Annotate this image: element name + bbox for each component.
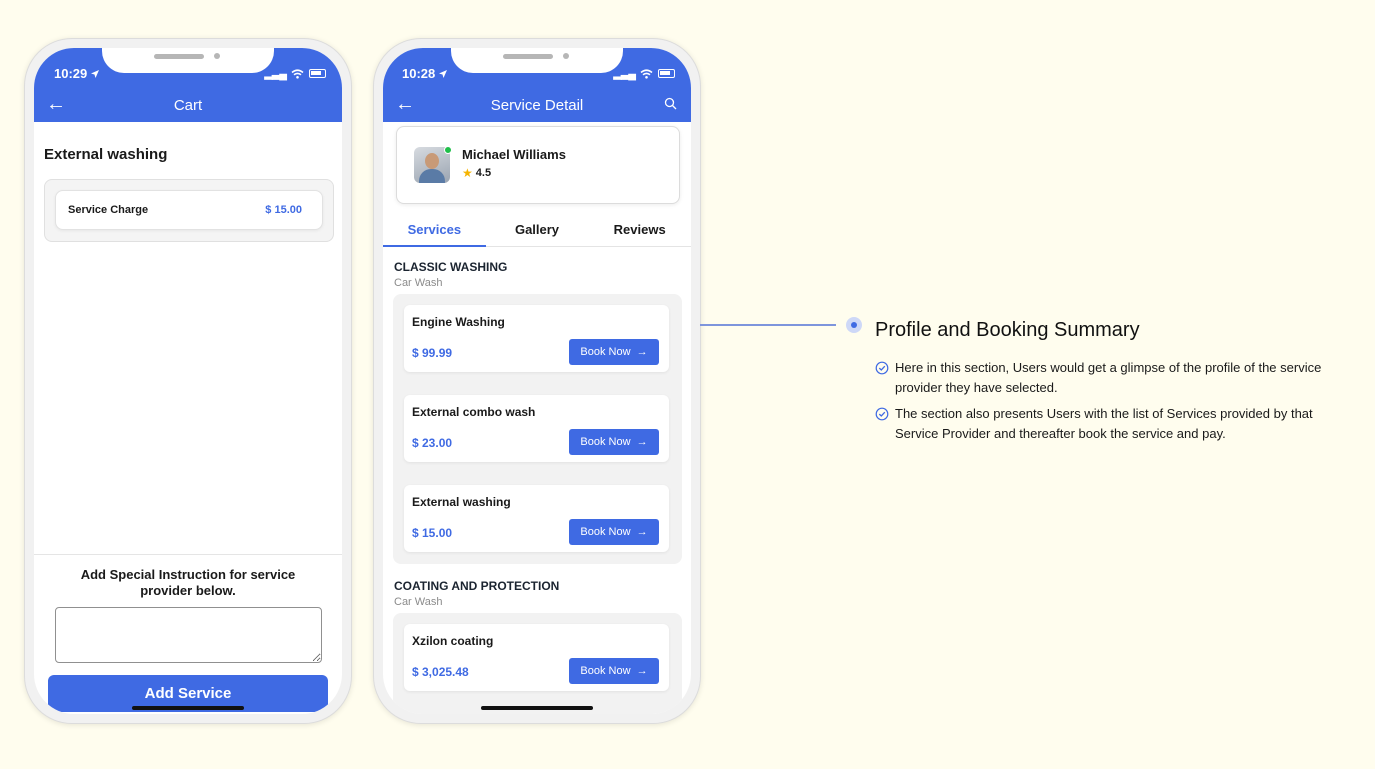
star-icon: ★: [462, 166, 473, 180]
service-name: Xzilon coating: [412, 634, 494, 648]
service-card: External combo wash $ 23.00 Book Now →: [404, 395, 669, 462]
service-group: Xzilon coating $ 3,025.48 Book Now →: [393, 613, 682, 714]
book-now-label: Book Now: [580, 346, 631, 358]
home-indicator[interactable]: [481, 706, 593, 710]
status-time: 10:29: [54, 66, 100, 81]
provider-rating: ★ 4.5: [462, 166, 491, 180]
provider-name: Michael Williams: [462, 147, 566, 162]
system-icons: ▂▃▄: [264, 67, 326, 80]
service-charge-box: Service Charge $ 15.00: [44, 179, 334, 242]
notch: [102, 48, 274, 73]
book-now-button[interactable]: Book Now →: [569, 429, 659, 455]
service-price: $ 23.00: [412, 436, 453, 450]
instruction-section: Add Special Instruction for service prov…: [34, 554, 342, 714]
book-now-button[interactable]: Book Now →: [569, 339, 659, 365]
service-card: Xzilon coating $ 3,025.48 Book Now →: [404, 624, 669, 691]
signal-icon: ▂▃▄: [264, 68, 287, 80]
category-title: COATING AND PROTECTION: [394, 579, 560, 593]
category-subtitle: Car Wash: [394, 596, 443, 608]
home-indicator[interactable]: [132, 706, 244, 710]
callout-point: Here in this section, Users would get a …: [875, 358, 1345, 398]
cart-phone: 10:29 ▂▃▄ ← Cart External washing Servic…: [24, 38, 352, 724]
service-charge-row: Service Charge $ 15.00: [55, 190, 323, 230]
camera: [563, 53, 569, 59]
instruction-input[interactable]: [55, 607, 322, 663]
speaker: [503, 54, 553, 59]
status-time-text: 10:29: [54, 66, 88, 81]
callout-bullet: [846, 317, 862, 333]
service-charge-label: Service Charge: [68, 204, 149, 216]
location-arrow-icon: [439, 69, 448, 78]
callout-point: The section also presents Users with the…: [875, 404, 1345, 444]
service-price: $ 3,025.48: [412, 665, 469, 679]
cart-screen: 10:29 ▂▃▄ ← Cart External washing Servic…: [34, 48, 342, 714]
category-title: CLASSIC WASHING: [394, 260, 508, 274]
online-status-dot: [444, 146, 452, 154]
book-now-button[interactable]: Book Now →: [569, 519, 659, 545]
book-now-button[interactable]: Book Now →: [569, 658, 659, 684]
rating-value: 4.5: [475, 167, 492, 179]
service-price: $ 15.00: [412, 526, 453, 540]
service-name: External washing: [412, 495, 511, 509]
cart-navbar: ← Cart: [34, 88, 342, 122]
callout-title: Profile and Booking Summary: [875, 319, 1140, 341]
callout-connector-line: [700, 324, 836, 326]
detail-tabs: Services Gallery Reviews: [383, 212, 691, 247]
book-now-label: Book Now: [580, 526, 631, 538]
service-price: $ 99.99: [412, 346, 453, 360]
wifi-icon: [640, 68, 653, 79]
speaker: [154, 54, 204, 59]
arrow-right-icon: →: [636, 436, 648, 448]
arrow-right-icon: →: [636, 346, 648, 358]
detail-navbar: ← Service Detail: [383, 88, 691, 122]
arrow-right-icon: →: [636, 526, 648, 538]
notch: [451, 48, 623, 73]
service-name: External combo wash: [412, 405, 536, 419]
camera: [214, 53, 220, 59]
back-arrow-icon[interactable]: ←: [46, 94, 66, 114]
battery-icon: [309, 69, 326, 78]
avatar-head: [425, 153, 439, 169]
callout-point-text: Here in this section, Users would get a …: [895, 360, 1322, 395]
instruction-label: Add Special Instruction for service prov…: [80, 567, 296, 598]
arrow-right-icon: →: [636, 665, 648, 677]
detail-screen: 10:28 ▂▃▄ ← Service Detail Michael Willi…: [383, 48, 691, 714]
check-circle-icon: [875, 361, 889, 375]
book-now-label: Book Now: [580, 665, 631, 677]
book-now-label: Book Now: [580, 436, 631, 448]
wifi-icon: [291, 68, 304, 79]
category-subtitle: Car Wash: [394, 277, 443, 289]
status-time-text: 10:28: [402, 66, 436, 81]
detail-phone: 10:28 ▂▃▄ ← Service Detail Michael Willi…: [373, 38, 701, 724]
page-title: Service Detail: [490, 96, 584, 114]
check-circle-icon: [875, 407, 889, 421]
status-time: 10:28: [402, 66, 448, 81]
location-arrow-icon: [91, 69, 100, 78]
tab-reviews[interactable]: Reviews: [588, 212, 691, 246]
signal-icon: ▂▃▄: [613, 68, 636, 80]
search-icon[interactable]: [664, 97, 677, 110]
tab-services[interactable]: Services: [383, 212, 486, 247]
system-icons: ▂▃▄: [613, 67, 675, 80]
provider-profile-card[interactable]: Michael Williams ★ 4.5: [396, 126, 680, 204]
service-card: Engine Washing $ 99.99 Book Now →: [404, 305, 669, 372]
service-name: Engine Washing: [412, 315, 505, 329]
service-card: External washing $ 15.00 Book Now →: [404, 485, 669, 552]
callout-point-text: The section also presents Users with the…: [895, 406, 1313, 441]
cart-section-title: External washing: [44, 146, 168, 163]
back-arrow-icon[interactable]: ←: [395, 94, 415, 114]
page-title: Cart: [173, 96, 203, 114]
battery-icon: [658, 69, 675, 78]
tab-gallery[interactable]: Gallery: [486, 212, 589, 246]
service-charge-value: $ 15.00: [265, 204, 302, 216]
service-group: Engine Washing $ 99.99 Book Now → Externa…: [393, 294, 682, 564]
avatar-body: [419, 169, 445, 183]
